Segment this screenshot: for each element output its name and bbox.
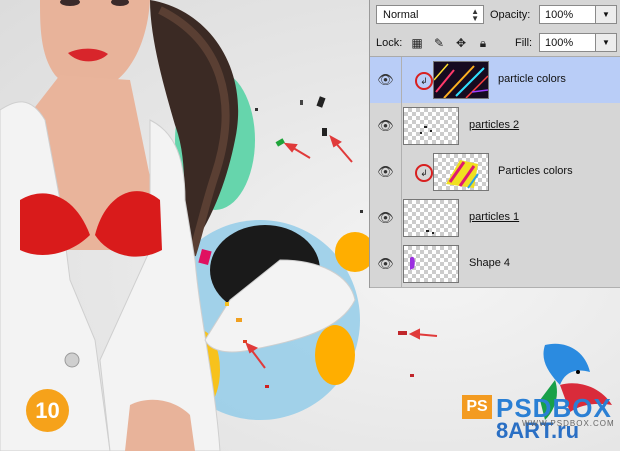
lock-all-icon[interactable]: 🔒︎ (476, 36, 490, 50)
layer-name: Particles colors (498, 165, 573, 177)
layer-name: particles 1 (469, 211, 520, 223)
lock-image-pixels-brush-icon[interactable]: ✎ (432, 36, 446, 50)
ps-logo-icon: PS (462, 395, 492, 419)
blend-opacity-row: Normal ▲ ▼ Opacity: 100% ▼ (370, 0, 620, 30)
fill-dropdown-button[interactable]: ▼ (595, 33, 617, 52)
fill-field[interactable]: 100% (539, 33, 596, 52)
shape-thumb (410, 256, 415, 270)
particles-thumb (420, 126, 432, 134)
watermark-logo: PS PSDBOX 8ART.ru WWW.PSDBOX.COM (462, 393, 615, 445)
blend-mode-select[interactable]: Normal ▲ ▼ (376, 5, 484, 24)
clipping-mask-icon: ↲ (415, 72, 433, 90)
layer-row[interactable]: 👁︎ particles 2 (370, 103, 620, 150)
psdbox-url-text: WWW.PSDBOX.COM (522, 419, 615, 428)
layer-row[interactable]: 👁︎ Shape 4 (370, 241, 620, 288)
triangle-down-icon: ▼ (602, 10, 610, 19)
layer-name: Shape 4 (469, 257, 510, 269)
layer-thumbnail (403, 245, 459, 283)
layer-name: particles 2 (469, 119, 520, 131)
visibility-eye-icon[interactable]: 👁︎ (370, 241, 402, 287)
visibility-eye-icon[interactable]: 👁︎ (370, 57, 402, 103)
blend-mode-value: Normal (383, 8, 419, 21)
layer-row[interactable]: 👁︎ ↲ particle colors (370, 57, 620, 104)
layers-panel: Normal ▲ ▼ Opacity: 100% ▼ Lock: ▦ ✎ ✥ 🔒︎… (369, 0, 620, 288)
layer-name: particle colors (498, 73, 566, 85)
jacket-button (64, 352, 80, 368)
updown-arrows-icon: ▲ ▼ (471, 7, 479, 23)
triangle-down-icon: ▼ (602, 38, 610, 47)
step-number-badge: 10 (26, 389, 69, 432)
layer-row[interactable]: 👁︎ ↲ Particles colors (370, 149, 620, 196)
opacity-field[interactable]: 100% (539, 5, 596, 24)
layer-row[interactable]: 👁︎ particles 1 (370, 195, 620, 242)
layer-thumbnail (433, 61, 489, 99)
particle-colors-thumb (434, 63, 488, 98)
lock-label: Lock: (376, 37, 403, 49)
layer-thumbnail (433, 153, 489, 191)
clipping-mask-icon: ↲ (415, 164, 433, 182)
particles-thumb (426, 230, 434, 234)
opacity-dropdown-button[interactable]: ▼ (595, 5, 617, 24)
fill-label: Fill: (515, 37, 533, 49)
face (40, 0, 150, 91)
lock-fill-row: Lock: ▦ ✎ ✥ 🔒︎ Fill: 100% ▼ (370, 30, 620, 57)
layer-thumbnail (403, 107, 459, 145)
visibility-eye-icon[interactable]: 👁︎ (370, 149, 402, 195)
lock-position-move-icon[interactable]: ✥ (454, 36, 468, 50)
opacity-label: Opacity: (490, 9, 531, 21)
layer-thumbnail (403, 199, 459, 237)
lock-transparent-pixels-icon[interactable]: ▦ (410, 36, 424, 50)
stripes-thumb (446, 160, 479, 189)
visibility-eye-icon[interactable]: 👁︎ (370, 195, 402, 241)
visibility-eye-icon[interactable]: 👁︎ (370, 103, 402, 149)
